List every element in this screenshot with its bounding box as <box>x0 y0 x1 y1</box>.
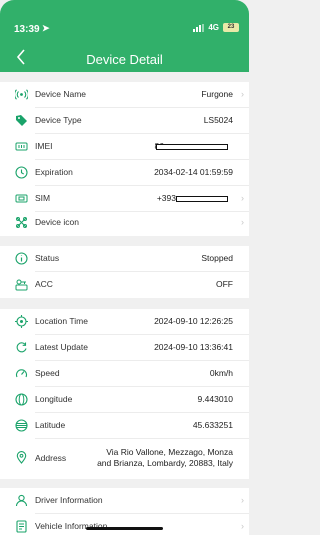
app-screen: 13:39 ➤ 4G 23 Device Detail Device Name … <box>0 0 249 535</box>
latitude-icon <box>15 419 28 432</box>
row-latest-update: Latest Update 2024-09-10 13:36:41 <box>0 335 249 361</box>
row-expiration: Expiration 2034-02-14 01:59:59 <box>0 160 249 186</box>
speed-value: 0km/h <box>209 368 233 378</box>
location-arrow-icon: ➤ <box>42 23 50 33</box>
redaction-box <box>176 196 228 202</box>
chevron-right-icon: › <box>241 193 244 203</box>
redaction-box <box>156 144 228 150</box>
longitude-icon <box>15 393 28 406</box>
location-group: Location Time 2024-09-10 12:26:25 Latest… <box>0 309 249 479</box>
grid-icon <box>15 216 28 229</box>
person-icon <box>15 494 28 507</box>
row-device-name[interactable]: Device Name Furgone › <box>0 82 249 108</box>
address-line-2: and Brianza, Lombardy, 20883, Italy <box>97 458 233 468</box>
row-longitude: Longitude 9.443010 <box>0 387 249 413</box>
expiration-label: Expiration <box>35 167 73 177</box>
row-sim[interactable]: SIM +393 › <box>0 186 249 212</box>
speedometer-icon <box>15 367 28 380</box>
row-latitude: Latitude 45.633251 <box>0 413 249 439</box>
device-type-value: LS5024 <box>203 115 233 125</box>
sim-label: SIM <box>35 193 51 203</box>
location-time-value: 2024-09-10 12:26:25 <box>154 316 233 326</box>
header-bar: 13:39 ➤ 4G 23 Device Detail <box>0 0 249 72</box>
status-value: Stopped <box>201 253 233 263</box>
status-indicators: 4G 23 <box>193 23 239 32</box>
network-label: 4G <box>208 23 219 32</box>
longitude-label: Longitude <box>35 394 73 404</box>
address-label: Address <box>35 453 67 463</box>
status-time: 13:39 <box>14 24 40 35</box>
status-label: Status <box>35 253 60 263</box>
status-bar: 13:39 ➤ 4G 23 <box>0 0 249 38</box>
latitude-value: 45.633251 <box>192 420 233 430</box>
longitude-value: 9.443010 <box>197 394 233 404</box>
info-icon <box>15 252 28 265</box>
map-pin-icon <box>15 451 28 464</box>
clock-icon <box>15 166 28 179</box>
row-vehicle-information[interactable]: Vehicle Information › <box>0 514 249 535</box>
address-value: Via Rio Vallone, Mezzago, Monza and Bria… <box>63 447 233 469</box>
wifi-signal-icon <box>15 88 28 101</box>
device-type-label: Device Type <box>35 115 82 125</box>
chevron-right-icon: › <box>241 89 244 99</box>
sim-value: +393 <box>156 193 176 203</box>
document-icon <box>15 520 28 533</box>
sim-card-icon <box>15 192 28 205</box>
key-icon <box>15 278 28 291</box>
row-address: Address Via Rio Vallone, Mezzago, Monza … <box>0 439 249 479</box>
page-title: Device Detail <box>86 52 163 67</box>
battery-icon: 23 <box>223 23 239 32</box>
refresh-icon <box>15 341 28 354</box>
latitude-label: Latitude <box>35 420 66 430</box>
status-group: Status Stopped ACC OFF <box>0 246 249 298</box>
imei-label: IMEI <box>35 141 53 151</box>
device-name-value: Furgone <box>201 89 233 99</box>
chevron-right-icon: › <box>241 217 244 227</box>
chevron-right-icon: › <box>241 495 244 505</box>
row-device-type: Device Type LS5024 <box>0 108 249 134</box>
acc-value: OFF <box>216 279 233 289</box>
tag-icon <box>15 114 28 127</box>
speed-label: Speed <box>35 368 60 378</box>
row-device-icon[interactable]: Device icon › <box>0 210 249 236</box>
row-imei: IMEI 86 <box>0 134 249 160</box>
device-icon-label: Device icon <box>35 217 79 227</box>
row-acc: ACC OFF <box>0 272 249 298</box>
chevron-right-icon: › <box>241 521 244 531</box>
row-driver-information[interactable]: Driver Information › <box>0 488 249 514</box>
latest-update-value: 2024-09-10 13:36:41 <box>154 342 233 352</box>
acc-label: ACC <box>35 279 53 289</box>
crosshair-icon <box>15 315 28 328</box>
address-line-1: Via Rio Vallone, Mezzago, Monza <box>106 447 233 457</box>
signal-icon <box>193 23 205 32</box>
imei-card-icon <box>15 140 28 153</box>
row-speed: Speed 0km/h <box>0 361 249 387</box>
row-location-time: Location Time 2024-09-10 12:26:25 <box>0 309 249 335</box>
expiration-value: 2034-02-14 01:59:59 <box>154 167 233 177</box>
device-name-label: Device Name <box>35 89 87 99</box>
latest-update-label: Latest Update <box>35 342 88 352</box>
location-time-label: Location Time <box>35 316 88 326</box>
row-status: Status Stopped <box>0 246 249 272</box>
device-info-group: Device Name Furgone › Device Type LS5024… <box>0 82 249 236</box>
home-indicator <box>86 527 163 530</box>
driver-information-label: Driver Information <box>35 495 103 505</box>
